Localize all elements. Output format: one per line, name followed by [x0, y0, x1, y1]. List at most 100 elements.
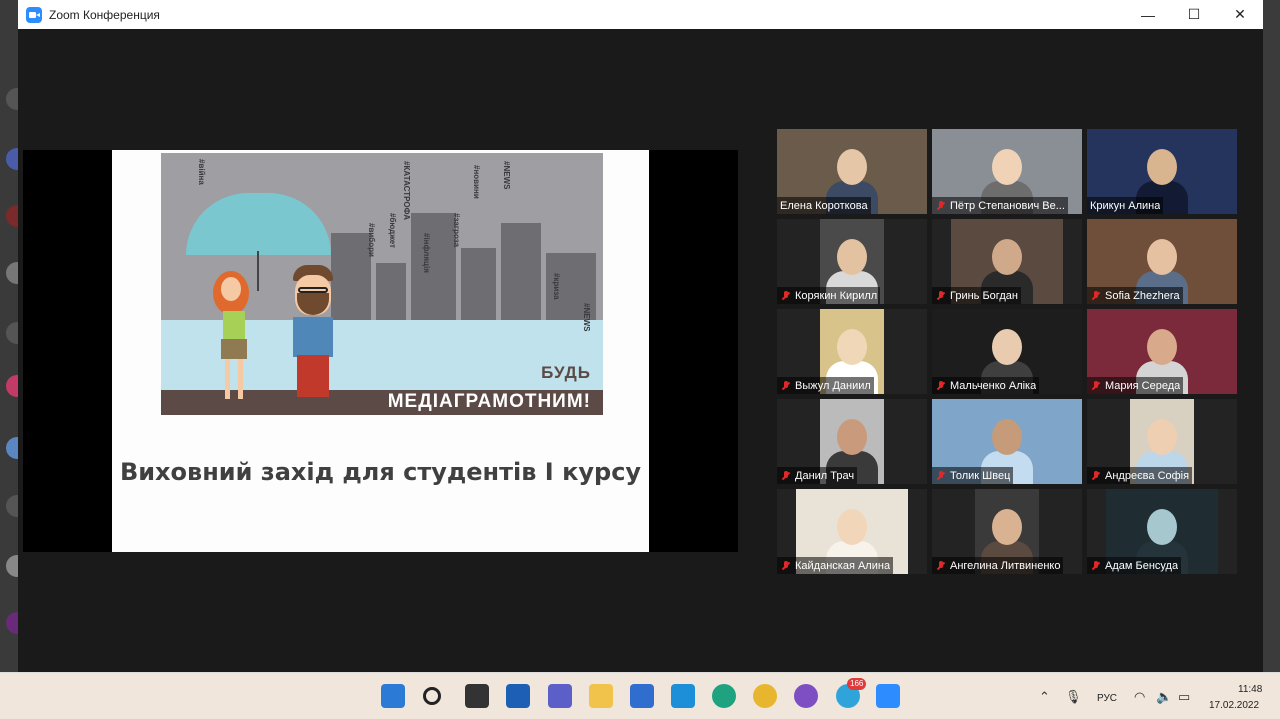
mail-icon[interactable] [630, 684, 654, 708]
muted-mic-icon [1090, 470, 1102, 482]
zoom-taskbar-icon[interactable] [876, 684, 900, 708]
zoom-app-icon [26, 6, 42, 23]
battery-icon[interactable]: ▭ [1178, 689, 1190, 705]
search-icon[interactable] [423, 687, 441, 705]
shared-screen[interactable]: #КАТАСТРОФА #бюджет #NEWS #новини #загро… [23, 150, 738, 552]
participant-name-bar: Sofia Zhezhera [1087, 287, 1183, 304]
presentation-slide: #КАТАСТРОФА #бюджет #NEWS #новини #загро… [112, 150, 649, 552]
muted-mic-icon [1090, 290, 1102, 302]
participant-tile[interactable]: Ангелина Литвиненко [932, 489, 1082, 574]
volume-icon[interactable]: 🔈 [1156, 689, 1172, 705]
participant-name: Мальченко Аліка [950, 379, 1037, 392]
participant-name: Мария Середа [1105, 379, 1181, 392]
file-explorer-icon[interactable] [589, 684, 613, 708]
participant-tile[interactable]: Андреєва Софія [1087, 399, 1237, 484]
viber-icon[interactable] [794, 684, 818, 708]
rain-tag: #загроза [452, 213, 461, 248]
teams-chat-icon[interactable] [548, 684, 572, 708]
muted-mic-icon [780, 560, 792, 572]
rain-tag: #бюджет [388, 213, 397, 249]
chevron-up-icon[interactable]: ⌃ [1039, 689, 1050, 705]
participant-tile[interactable]: Корякин Кирилл [777, 219, 927, 304]
participant-tile[interactable]: Мальченко Аліка [932, 309, 1082, 394]
participant-name: Sofia Zhezhera [1105, 289, 1180, 302]
girl-shirt [223, 311, 245, 341]
widgets-icon[interactable] [506, 684, 530, 708]
participant-name: Адам Бенсуда [1105, 559, 1179, 572]
clock-time[interactable]: 11:48 [1238, 684, 1262, 695]
participant-name-bar: Данил Трач [777, 467, 858, 484]
taskbar: 166 ⌃ 🎙 РУС ◠ 🔈 ▭ 11:48 17.02.2022 [0, 672, 1280, 719]
clock-date[interactable]: 17.02.2022 [1209, 700, 1259, 711]
participant-name: Пётр Степанович Ве... [950, 199, 1065, 212]
muted-mic-icon [935, 200, 947, 212]
close-button[interactable]: ✕ [1217, 0, 1263, 29]
participant-name: Данил Трач [795, 469, 855, 482]
participant-face [992, 509, 1022, 545]
participant-name: Ангелина Литвиненко [950, 559, 1061, 572]
participant-name: Крикун Алина [1090, 199, 1161, 212]
participant-name-bar: Андреєва Софія [1087, 467, 1193, 484]
participant-face [837, 149, 867, 185]
participant-face [1147, 239, 1177, 275]
participant-face [837, 329, 867, 365]
muted-mic-icon [780, 380, 792, 392]
rain-tag: #КАТАСТРОФА [402, 161, 411, 220]
edge-browser-icon[interactable] [712, 684, 736, 708]
man-figure [293, 317, 333, 357]
task-view-icon[interactable] [465, 684, 489, 708]
zoom-window: Zoom Конференция — ☐ ✕ #КАТАСТРОФА #бюдж… [18, 0, 1263, 672]
participant-face [992, 419, 1022, 455]
muted-mic-icon [935, 290, 947, 302]
participant-face [992, 329, 1022, 365]
rain-tag: #NEWS [502, 161, 511, 190]
app-l-icon[interactable] [671, 684, 695, 708]
muted-mic-icon [780, 470, 792, 482]
participant-tile[interactable]: Кайданская Алина [777, 489, 927, 574]
participant-face [1147, 419, 1177, 455]
title-bar[interactable]: Zoom Конференция — ☐ ✕ [18, 0, 1263, 29]
girl-skirt [221, 339, 247, 359]
language-indicator[interactable]: РУС [1097, 693, 1117, 704]
participant-name: Выжул Даниил [795, 379, 871, 392]
participant-face [1147, 149, 1177, 185]
participant-name: Кайданская Алина [795, 559, 891, 572]
participant-name-bar: Кайданская Алина [777, 557, 894, 574]
girl-face [221, 277, 241, 301]
desktop-left-edge [0, 0, 28, 672]
participant-face [992, 149, 1022, 185]
participant-tile[interactable]: Крикун Алина [1087, 129, 1237, 214]
participant-tile[interactable]: Выжул Даниил [777, 309, 927, 394]
participant-name-bar: Адам Бенсуда [1087, 557, 1182, 574]
participant-tile[interactable]: Елена Короткова [777, 129, 927, 214]
slide-heading: Виховний захід для студентів І курсу [119, 458, 642, 486]
participant-face [1147, 509, 1177, 545]
desktop-right-edge [1263, 0, 1280, 672]
participant-name-bar: Елена Короткова [777, 197, 871, 214]
rain-tag: #інфляція [422, 233, 431, 273]
wifi-icon[interactable]: ◠ [1134, 689, 1145, 705]
participant-tile[interactable]: Гринь Богдан [932, 219, 1082, 304]
participant-name-bar: Крикун Алина [1087, 197, 1164, 214]
participant-tile[interactable]: Мария Середа [1087, 309, 1237, 394]
muted-mic-icon [935, 380, 947, 392]
slide-illustration: #КАТАСТРОФА #бюджет #NEWS #новини #загро… [161, 153, 603, 415]
participant-tile[interactable]: Толик Швец [932, 399, 1082, 484]
windows-start-icon[interactable] [381, 684, 405, 708]
participant-face [837, 419, 867, 455]
participant-tile[interactable]: Sofia Zhezhera [1087, 219, 1237, 304]
man-glasses [298, 287, 328, 293]
girl-leg [238, 359, 243, 399]
chrome-browser-icon[interactable] [753, 684, 777, 708]
maximize-button[interactable]: ☐ [1171, 0, 1217, 29]
participant-name: Андреєва Софія [1105, 469, 1190, 482]
muted-mic-icon [1090, 380, 1102, 392]
microphone-icon[interactable]: 🎙 [1065, 689, 1082, 705]
meeting-content: #КАТАСТРОФА #бюджет #NEWS #новини #загро… [18, 29, 1263, 672]
participant-tile[interactable]: Пётр Степанович Ве... [932, 129, 1082, 214]
participant-tile[interactable]: Данил Трач [777, 399, 927, 484]
participant-tile[interactable]: Адам Бенсуда [1087, 489, 1237, 574]
participant-face [1147, 329, 1177, 365]
participant-name: Гринь Богдан [950, 289, 1018, 302]
minimize-button[interactable]: — [1125, 0, 1171, 29]
